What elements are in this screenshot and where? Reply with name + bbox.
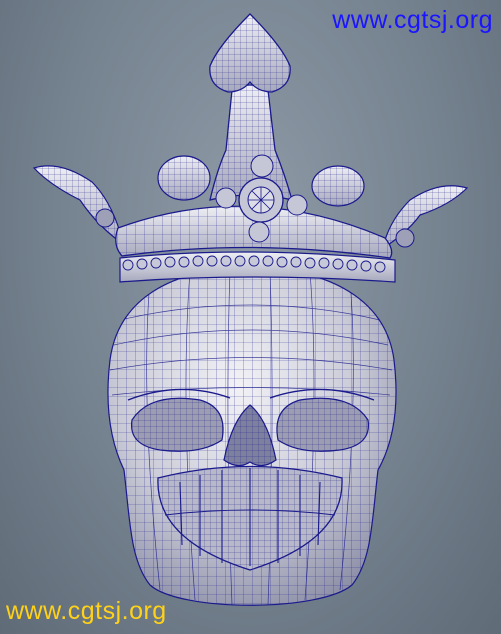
crown-bead-band (119, 251, 396, 283)
skull-mesh (107, 267, 397, 606)
watermark-top-right: www.cgtsj.org (332, 6, 493, 34)
crowned-skull-wireframe-model (32, 13, 469, 606)
crown-mesh (32, 13, 469, 259)
3d-viewport: www.cgtsj.org www.cgtsj.org (0, 0, 501, 634)
watermark-bottom-left: www.cgtsj.org (6, 597, 167, 625)
